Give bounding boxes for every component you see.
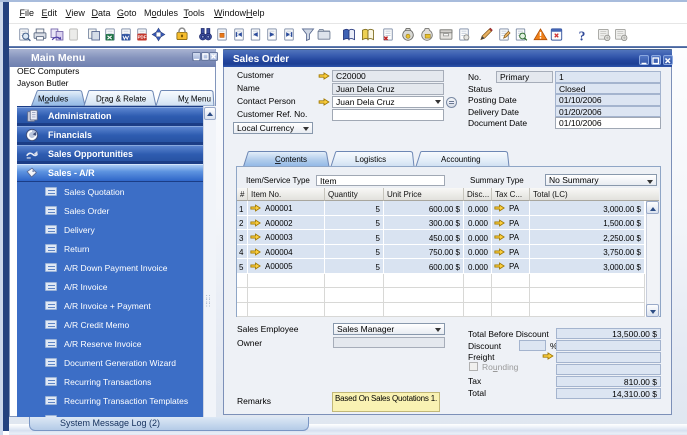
svg-text:Drag & Relate: Drag & Relate bbox=[96, 95, 147, 104]
svg-text:Contents: Contents bbox=[275, 155, 307, 164]
svg-text:Modules: Modules bbox=[38, 95, 68, 104]
svg-text:My Menu: My Menu bbox=[178, 95, 211, 104]
svg-text:PDF: PDF bbox=[138, 35, 147, 40]
svg-text:Accounting: Accounting bbox=[441, 155, 481, 164]
svg-text:?: ? bbox=[579, 29, 586, 44]
svg-text:Logistics: Logistics bbox=[355, 155, 386, 164]
